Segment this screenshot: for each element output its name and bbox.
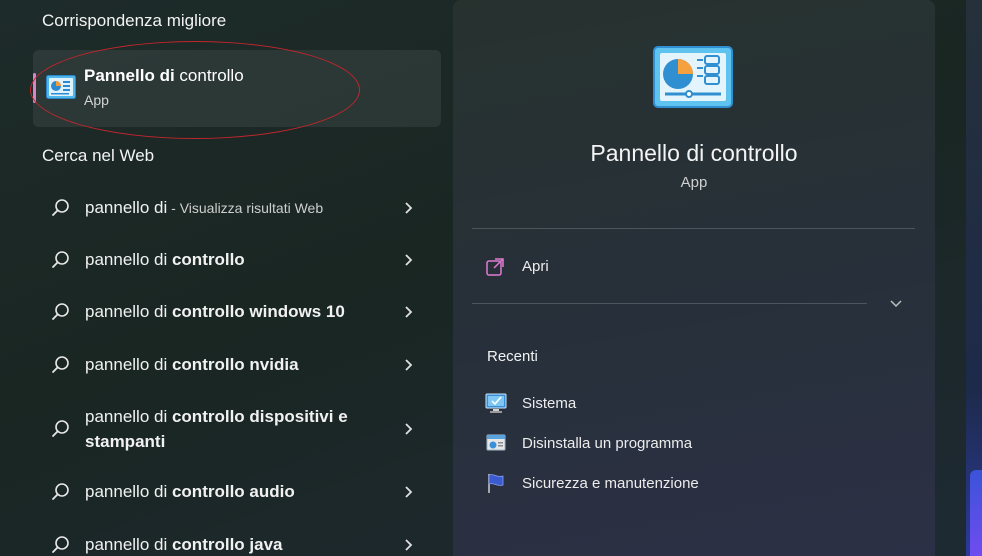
details-subtitle: App — [680, 174, 708, 191]
web-result-text: pannello di controllo java — [85, 535, 283, 554]
chevron-right-icon — [405, 202, 413, 214]
best-match-heading: Corrispondenza migliore — [42, 11, 227, 30]
search-icon — [52, 199, 69, 216]
recent-item-label: Sistema — [522, 395, 577, 412]
recent-item-sicurezza[interactable]: Sicurezza e manutenzione — [485, 472, 905, 496]
web-result-row[interactable]: pannello di controllo audio — [33, 478, 441, 506]
web-result-row[interactable]: pannello di controllo nvidia — [33, 351, 441, 379]
divider — [472, 303, 867, 304]
chevron-down-icon[interactable] — [889, 298, 903, 310]
open-external-icon — [486, 258, 504, 276]
web-result-row[interactable]: pannello di - Visualizza risultati Web — [33, 194, 441, 222]
best-match-title: Pannello di controllo — [84, 66, 244, 85]
search-results-pane: Corrispondenza migliore Pannello di cont… — [0, 0, 452, 556]
search-icon — [52, 303, 69, 320]
web-result-text: pannello di controllo nvidia — [85, 355, 299, 374]
web-result-text: pannello di controllo audio — [85, 482, 295, 501]
control-panel-icon — [46, 75, 76, 99]
search-icon — [52, 536, 69, 553]
best-match-type: App — [84, 92, 109, 108]
web-result-text: pannello di controllo windows 10 — [85, 302, 345, 321]
recent-item-disinstalla[interactable]: Disinstalla un programma — [485, 432, 905, 456]
recent-item-label: Sicurezza e manutenzione — [522, 475, 699, 492]
search-icon — [52, 420, 69, 437]
open-label: Apri — [522, 258, 549, 275]
search-icon — [52, 483, 69, 500]
system-icon — [485, 393, 507, 413]
details-pane: Pannello di controllo App Apri Recenti S… — [453, 0, 935, 556]
web-search-heading: Cerca nel Web — [42, 146, 155, 165]
recent-item-label: Disinstalla un programma — [522, 435, 693, 452]
web-result-row[interactable]: pannello di controllo dispositivi e stamp… — [33, 403, 441, 455]
wallpaper-glow — [970, 470, 982, 556]
chevron-right-icon — [405, 359, 413, 371]
chevron-right-icon — [405, 539, 413, 551]
web-result-text: pannello di controllo dispositivi e stamp… — [85, 407, 348, 451]
web-result-row[interactable]: pannello di controllo — [33, 246, 441, 274]
programs-icon — [486, 434, 506, 451]
search-icon — [52, 356, 69, 373]
recent-heading: Recenti — [487, 348, 538, 365]
web-result-row[interactable]: pannello di controllo java — [33, 531, 441, 556]
recent-item-sistema[interactable]: Sistema — [485, 392, 905, 416]
security-flag-icon — [488, 474, 504, 493]
control-panel-icon — [653, 46, 733, 108]
divider — [472, 228, 915, 229]
chevron-right-icon — [405, 254, 413, 266]
desktop-background-edge — [966, 0, 982, 556]
chevron-right-icon — [405, 423, 413, 435]
chevron-right-icon — [405, 306, 413, 318]
search-icon — [52, 251, 69, 268]
selection-accent — [33, 73, 36, 103]
web-result-text: pannello di controllo — [85, 250, 245, 269]
web-result-row[interactable]: pannello di controllo windows 10 — [33, 298, 441, 326]
web-result-text: pannello di - Visualizza risultati Web — [85, 198, 324, 217]
best-match-control-panel[interactable]: Pannello di controllo App — [33, 50, 441, 127]
chevron-right-icon — [405, 486, 413, 498]
open-action[interactable]: Apri — [485, 256, 905, 280]
details-title: Pannello di controllo — [590, 140, 798, 166]
